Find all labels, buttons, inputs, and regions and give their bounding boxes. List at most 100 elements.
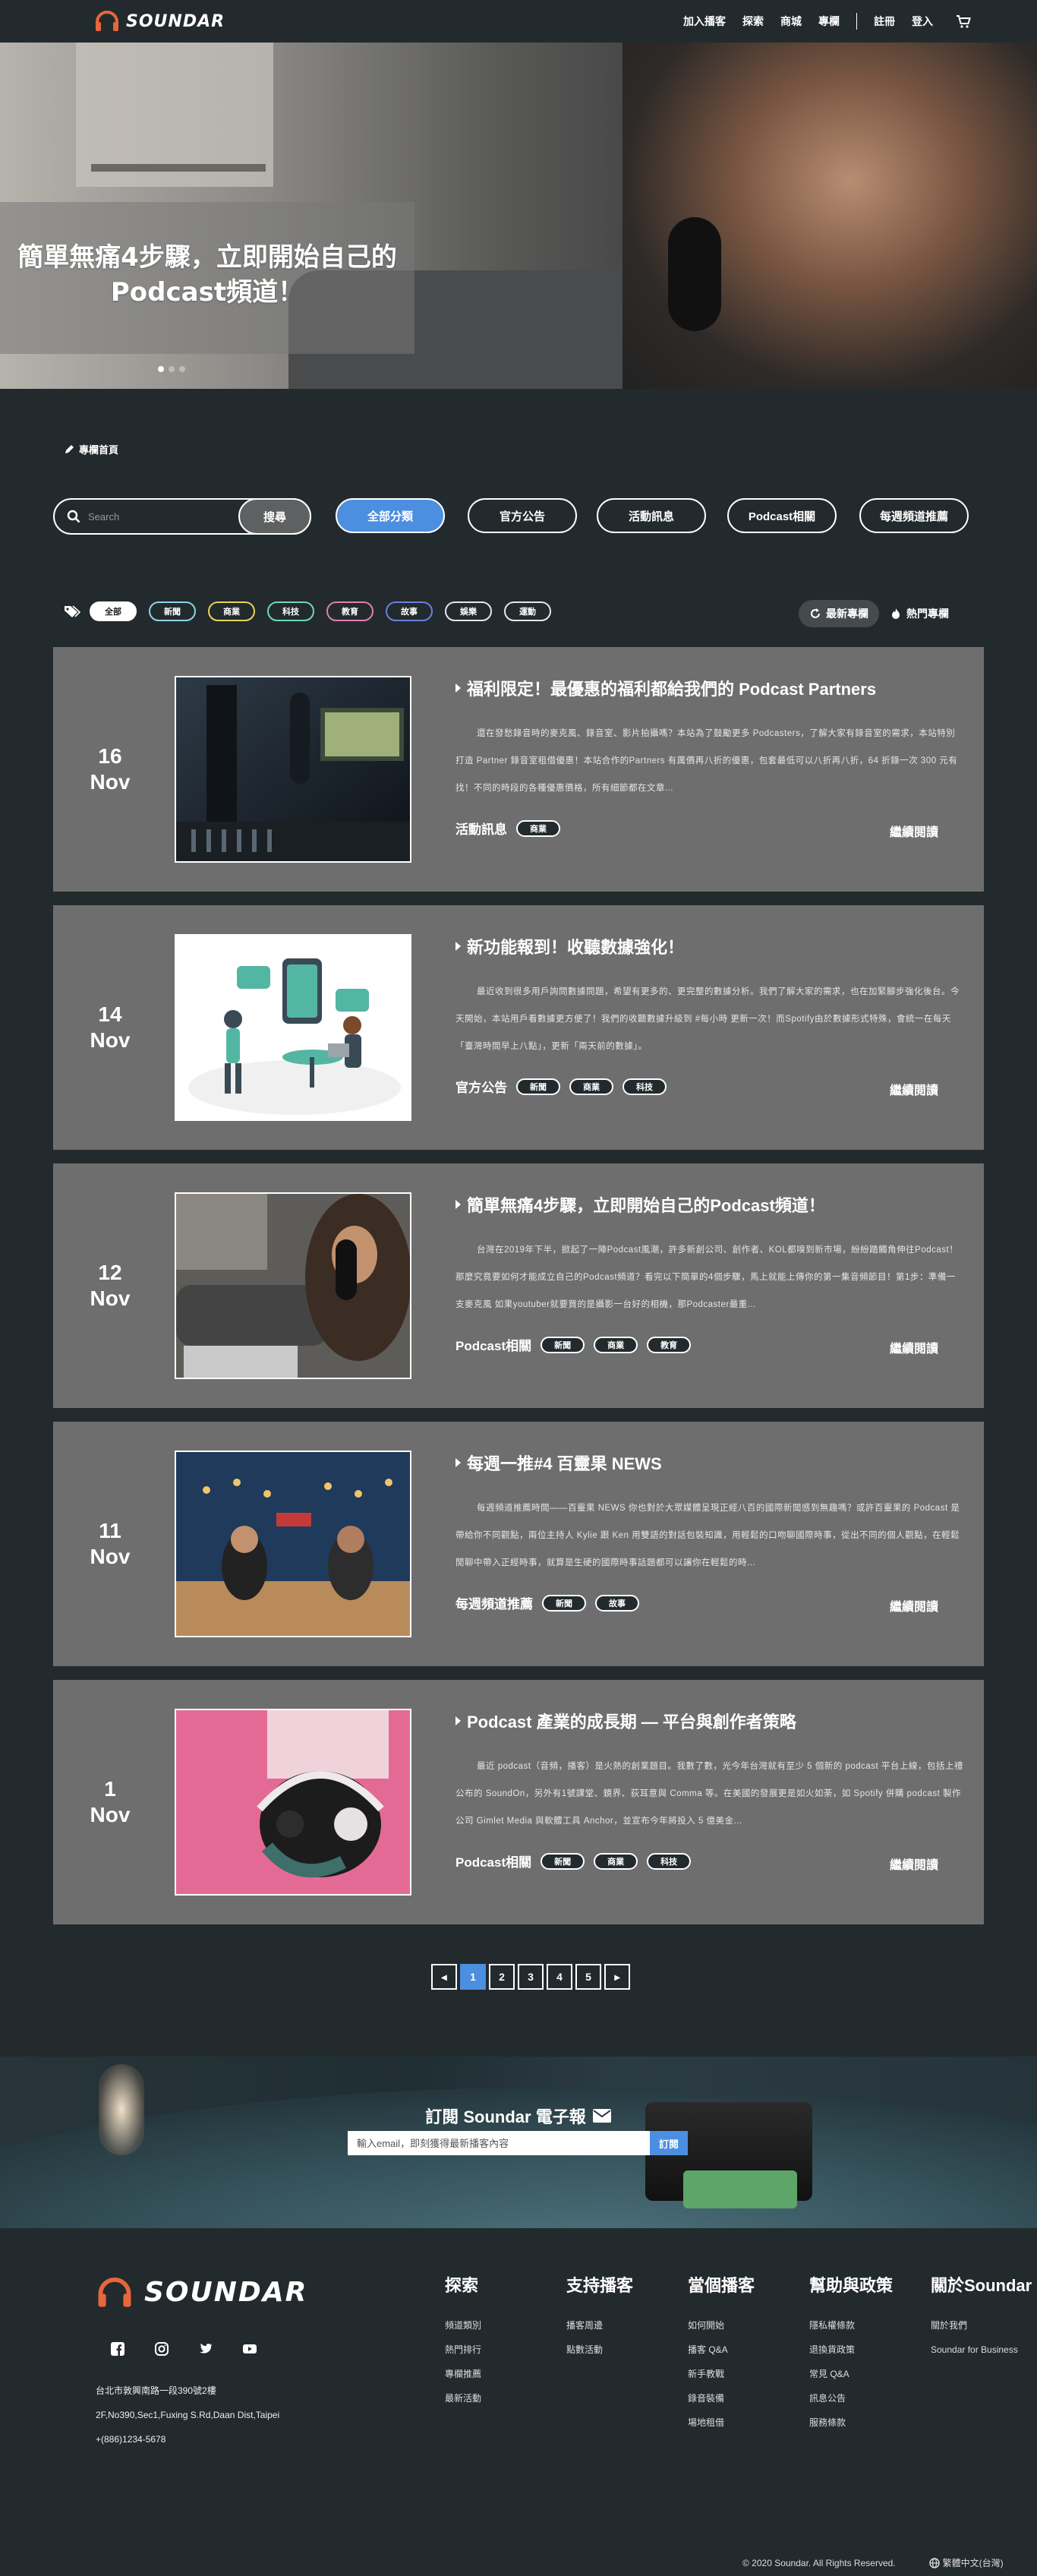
tag-all[interactable]: 全部 xyxy=(90,601,137,621)
tag-news[interactable]: 新聞 xyxy=(149,601,196,621)
post-category[interactable]: Podcast相關 xyxy=(455,1852,531,1870)
footer-link[interactable]: 頻道類別 xyxy=(445,2313,566,2338)
footer-link[interactable]: 如何開始 xyxy=(688,2313,809,2338)
subscribe-button[interactable]: 訂閱 xyxy=(650,2131,688,2155)
post-title[interactable]: 每週一推#4 百靈果 NEWS xyxy=(455,1451,662,1475)
post-title[interactable]: 福利限定！最優惠的福利都給我們的 Podcast Partners xyxy=(455,676,876,700)
brand-logo[interactable]: SOUNDAR xyxy=(94,11,225,32)
read-more-link[interactable]: 繼續閱讀 xyxy=(890,822,938,840)
nav-link-column[interactable]: 專欄 xyxy=(818,14,840,29)
tag-entertainment[interactable]: 娛樂 xyxy=(445,601,492,621)
post-image-headphones[interactable] xyxy=(175,1709,411,1896)
twitter-icon[interactable] xyxy=(199,2342,213,2356)
footer-link[interactable]: 隱私權條款 xyxy=(809,2313,931,2338)
search-input[interactable] xyxy=(88,510,225,522)
footer-link[interactable]: 專欄推薦 xyxy=(445,2362,566,2386)
tag-business[interactable]: 商業 xyxy=(208,601,255,621)
footer-link[interactable]: 場地租借 xyxy=(688,2410,809,2435)
nav-link-explore[interactable]: 探索 xyxy=(742,14,764,29)
post-category[interactable]: 活動訊息 xyxy=(455,819,507,838)
caret-right-icon xyxy=(455,683,461,693)
category-podcast[interactable]: Podcast相關 xyxy=(727,498,837,533)
footer-link[interactable]: 播客 Q&A xyxy=(688,2338,809,2362)
nav-link-shop[interactable]: 商城 xyxy=(780,14,802,29)
read-more-link[interactable]: 繼續閱讀 xyxy=(890,1080,938,1098)
post-image-onair[interactable] xyxy=(175,1451,411,1637)
read-more-link[interactable]: 繼續閱讀 xyxy=(890,1596,938,1615)
footer-link[interactable]: 錄音裝備 xyxy=(688,2386,809,2410)
footer-link[interactable]: 訊息公告 xyxy=(809,2386,931,2410)
tag-sports[interactable]: 運動 xyxy=(504,601,551,621)
next-page-button[interactable]: ▸ xyxy=(604,1964,630,1990)
tag-education[interactable]: 教育 xyxy=(326,601,374,621)
footer-link[interactable]: 播客周邊 xyxy=(566,2313,688,2338)
post-tag[interactable]: 商業 xyxy=(569,1078,613,1095)
post-title[interactable]: Podcast 產業的成長期 — 平台與創作者策略 xyxy=(455,1709,796,1733)
page-button-4[interactable]: 4 xyxy=(547,1964,572,1990)
post-tag[interactable]: 新聞 xyxy=(541,1336,585,1353)
login-link[interactable]: 登入 xyxy=(912,14,933,29)
post-tag[interactable]: 故事 xyxy=(595,1594,639,1612)
footer-link[interactable]: 退換貨政策 xyxy=(809,2338,931,2362)
footer-link[interactable]: Soundar for Business xyxy=(931,2338,1037,2362)
sort-hot-button[interactable]: 熱門專欄 xyxy=(879,600,960,627)
tags-icon xyxy=(65,605,80,617)
footer-link[interactable]: 最新活動 xyxy=(445,2386,566,2410)
category-weekly[interactable]: 每週頻道推薦 xyxy=(859,498,969,533)
post-tag[interactable]: 科技 xyxy=(647,1852,692,1870)
post-tag[interactable]: 商業 xyxy=(594,1852,638,1870)
carousel-dot[interactable] xyxy=(169,366,175,372)
post-tag[interactable]: 商業 xyxy=(594,1336,638,1353)
post-image-illustration[interactable] xyxy=(175,934,411,1121)
youtube-icon[interactable] xyxy=(243,2342,257,2356)
post-category[interactable]: 官方公告 xyxy=(455,1077,507,1096)
read-more-link[interactable]: 繼續閱讀 xyxy=(890,1338,938,1356)
page-button-1[interactable]: 1 xyxy=(460,1964,486,1990)
post-category[interactable]: Podcast相關 xyxy=(455,1335,531,1354)
prev-page-button[interactable]: ◂ xyxy=(431,1964,457,1990)
sort-latest-button[interactable]: 最新專欄 xyxy=(799,600,879,627)
post-tag[interactable]: 新聞 xyxy=(541,1852,585,1870)
post-title[interactable]: 新功能報到！收聽數據強化！ xyxy=(455,934,684,958)
footer-link[interactable]: 熱門排行 xyxy=(445,2338,566,2362)
instagram-icon[interactable] xyxy=(155,2342,169,2356)
post-tag[interactable]: 教育 xyxy=(647,1336,692,1353)
footer-link[interactable]: 關於我們 xyxy=(931,2313,1037,2338)
footer-column-about: 關於Soundar 關於我們 Soundar for Business xyxy=(931,2272,1037,2435)
category-announcement[interactable]: 官方公告 xyxy=(468,498,577,533)
signup-link[interactable]: 註冊 xyxy=(874,14,895,29)
footer-link[interactable]: 常見 Q&A xyxy=(809,2362,931,2386)
cart-icon[interactable] xyxy=(956,14,971,28)
search-button[interactable]: 搜尋 xyxy=(238,498,311,535)
category-events[interactable]: 活動訊息 xyxy=(597,498,706,533)
post-tag[interactable]: 科技 xyxy=(623,1078,667,1095)
post-title[interactable]: 簡單無痛4步驟，立即開始自己的Podcast頻道！ xyxy=(455,1192,825,1217)
footer-link[interactable]: 點數活動 xyxy=(566,2338,688,2362)
footer-column-title: 探索 xyxy=(445,2276,479,2295)
post-image-podcaster[interactable] xyxy=(175,1192,411,1379)
post-tag[interactable]: 新聞 xyxy=(542,1594,586,1612)
language-selector[interactable]: 繁體中文(台灣) xyxy=(928,2556,1004,2569)
onair-photo xyxy=(176,1452,410,1636)
newsletter-email-input[interactable] xyxy=(348,2131,650,2155)
page-button-2[interactable]: 2 xyxy=(489,1964,515,1990)
footer-link[interactable]: 新手教戰 xyxy=(688,2362,809,2386)
post-image-studio[interactable] xyxy=(175,676,411,863)
read-more-link[interactable]: 繼續閱讀 xyxy=(890,1855,938,1873)
post-tag[interactable]: 新聞 xyxy=(516,1078,560,1095)
page-button-5[interactable]: 5 xyxy=(575,1964,601,1990)
nav-link-join[interactable]: 加入播客 xyxy=(683,14,726,29)
post-category[interactable]: 每週頻道推薦 xyxy=(455,1593,533,1612)
carousel-dot[interactable] xyxy=(179,366,185,372)
footer-logo[interactable]: SOUNDAR xyxy=(96,2277,307,2308)
tag-story[interactable]: 故事 xyxy=(386,601,433,621)
breadcrumb[interactable]: 專欄首頁 xyxy=(64,442,118,456)
tag-tech[interactable]: 科技 xyxy=(267,601,314,621)
headphones-photo xyxy=(176,1710,410,1894)
post-tag[interactable]: 商業 xyxy=(516,819,560,837)
category-all[interactable]: 全部分類 xyxy=(336,498,445,533)
page-button-3[interactable]: 3 xyxy=(518,1964,544,1990)
carousel-dot[interactable] xyxy=(158,366,164,372)
footer-link[interactable]: 服務條款 xyxy=(809,2410,931,2435)
facebook-icon[interactable] xyxy=(111,2342,125,2356)
